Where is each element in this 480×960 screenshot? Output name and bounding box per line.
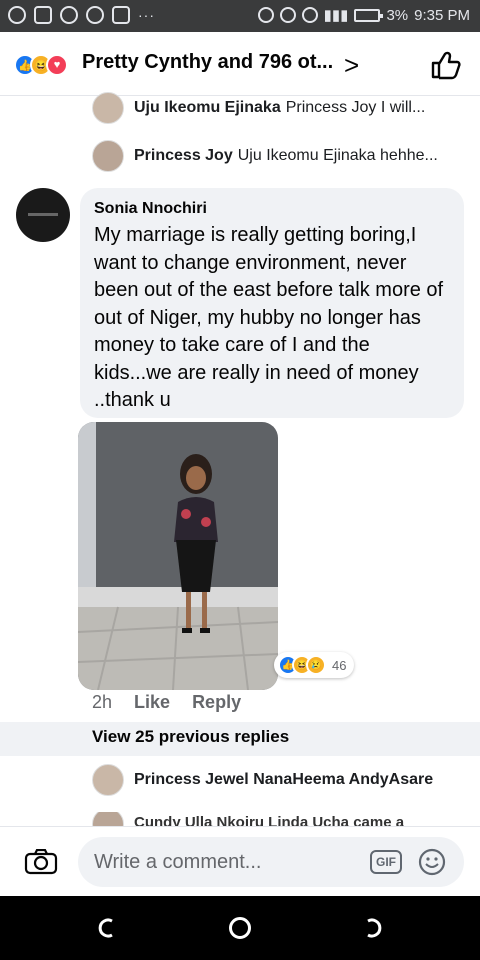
reaction-icons[interactable]: 👍 😆 ♥ [14,54,68,76]
battery-icon [354,8,384,22]
reply-preview[interactable]: Uju Ikeomu Ejinaka Princess Joy I will... [92,92,425,124]
reply-preview[interactable]: Cundy Ulla Nkoiru Linda Ucha came a [92,812,404,826]
avatar[interactable] [16,188,70,242]
avatar[interactable] [92,764,124,796]
signal-icon: ▮▮▮ [323,7,349,24]
status-bar: ··· ▮▮▮ 3% 9:35 PM [0,0,480,32]
comment-text: My marriage is really getting boring,I w… [94,224,444,411]
reaction-count: 46 [332,657,347,673]
comment-input[interactable]: Write a comment... GIF [78,837,464,887]
camera-icon[interactable] [24,849,58,875]
recent-apps-icon[interactable] [362,917,384,939]
comment-bubble[interactable]: Sonia Nnochiri My marriage is really get… [80,188,464,418]
comment-actions: 2h Like Reply [92,692,241,713]
reply-author[interactable]: Princess Joy [134,147,233,164]
alarm-icon [86,6,104,24]
comment-composer: Write a comment... GIF [0,826,480,896]
home-icon[interactable] [229,917,251,939]
chevron-right-icon[interactable]: > [344,50,359,81]
data-saver-icon [257,7,274,23]
comment-time[interactable]: 2h [92,692,112,713]
reply-preview[interactable]: Princess Jewel NanaHeema AndyAsare [92,764,438,796]
alarm-status-icon [301,7,318,23]
whatsapp-icon [8,6,26,24]
back-icon[interactable] [96,917,118,939]
avatar[interactable] [92,140,124,172]
battery-percent: 3% [386,6,409,24]
sad-icon: 😢 [306,655,326,675]
love-icon: ♥ [46,54,68,76]
more-notifications-icon: ··· [138,7,155,23]
emoji-icon[interactable] [418,848,446,876]
notification-icons: ··· [8,6,155,24]
reply-button[interactable]: Reply [192,692,241,713]
reply-author[interactable]: Cundy Ulla Nkoiru Linda Ucha came a [134,814,404,827]
clock: 9:35 PM [414,6,470,24]
reactors-summary[interactable]: Pretty Cynthy and 796 ot... [82,51,333,74]
system-status: ▮▮▮ 3% 9:35 PM [257,6,470,24]
do-not-disturb-icon [279,7,296,23]
image-icon [112,6,130,24]
avatar[interactable] [92,812,124,826]
download-icon [60,6,78,24]
avatar[interactable] [92,92,124,124]
reply-author[interactable]: Princess Jewel NanaHeema AndyAsare [134,771,433,788]
reaction-count-pill[interactable]: 👍 😆 😢 46 [274,652,355,678]
reply-preview[interactable]: Princess Joy Uju Ikeomu Ejinaka hehhe... [92,140,438,172]
facebook-icon [34,6,52,24]
gif-button[interactable]: GIF [370,850,402,874]
view-previous-replies-button[interactable]: View 25 previous replies [0,722,480,756]
reply-author[interactable]: Uju Ikeomu Ejinaka [134,99,281,116]
reply-text: Princess Joy I will... [285,99,426,116]
comment-photo[interactable] [78,422,278,690]
reply-text: Uju Ikeomu Ejinaka hehhe... [237,147,438,164]
comment-author[interactable]: Sonia Nnochiri [94,200,450,218]
comment-input-placeholder[interactable]: Write a comment... [94,851,261,874]
system-nav-bar [0,896,480,960]
like-post-icon[interactable] [430,50,462,80]
reactions-header: 👍 😆 ♥ Pretty Cynthy and 796 ot... > [0,32,480,96]
like-button[interactable]: Like [134,692,170,713]
